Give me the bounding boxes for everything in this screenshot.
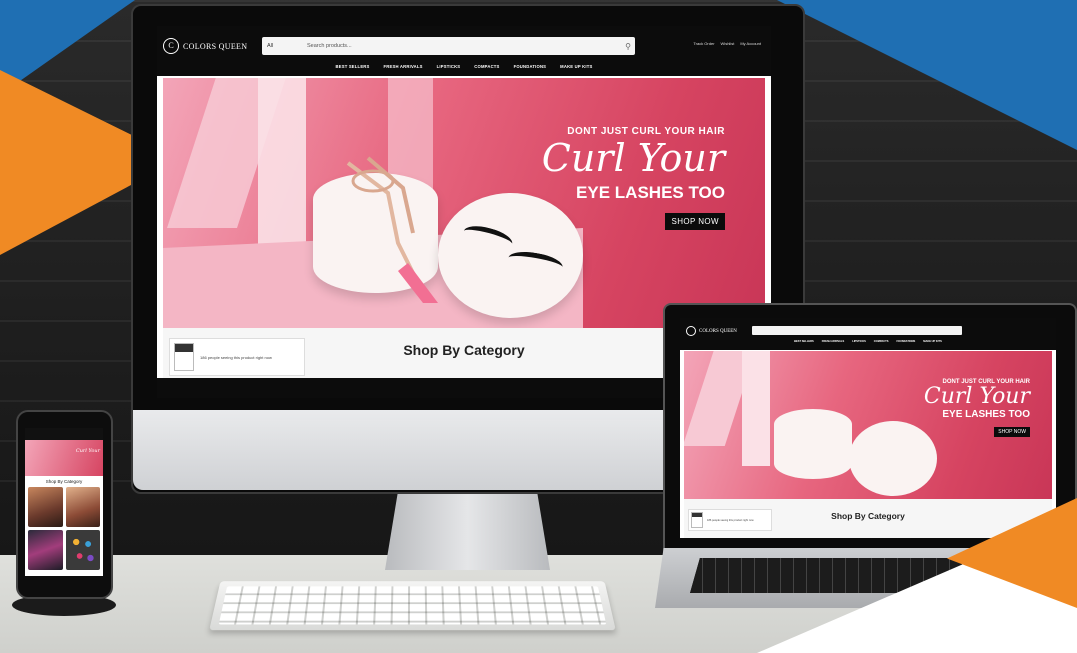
- search-icon[interactable]: ⚲: [621, 42, 635, 51]
- hero-headline: EYE LASHES TOO: [924, 409, 1030, 420]
- logo-mark: [686, 326, 696, 336]
- phone-category-grid: [25, 487, 103, 570]
- laptop-hero-banner: DONT JUST CURL YOUR HAIR Curl Your EYE L…: [684, 351, 1052, 499]
- phone-screen: Curl Your Shop By Category: [25, 428, 103, 576]
- phone-hero-banner: Curl Your: [25, 440, 103, 476]
- hero-text: DONT JUST CURL YOUR HAIR Curl Your EYE L…: [542, 126, 725, 230]
- hero-script-title: Curl Your: [542, 137, 725, 179]
- nav-item-fresh-arrivals[interactable]: FRESH ARRIVALS: [384, 64, 423, 69]
- nav-item-foundations[interactable]: FOUNDATIONS: [514, 64, 547, 69]
- brand-logo[interactable]: C COLORS QUEEN: [163, 38, 247, 54]
- category-tile[interactable]: [28, 487, 63, 527]
- logo-text: COLORS QUEEN: [183, 42, 247, 51]
- laptop-site-header: COLORS QUEEN BEST SELLERS FRESH ARRIVALS…: [680, 318, 1056, 350]
- search-category-select[interactable]: All: [262, 43, 307, 49]
- laptop-screen: COLORS QUEEN BEST SELLERS FRESH ARRIVALS…: [680, 318, 1056, 538]
- laptop-category-section: 186 people seeing this product right now…: [684, 499, 1052, 538]
- decor-slab: [258, 78, 306, 268]
- nav-item-compacts[interactable]: COMPACTS: [874, 340, 889, 343]
- nav-item-make-up-kits[interactable]: MAKE UP KITS: [923, 340, 942, 343]
- shop-now-button[interactable]: SHOP NOW: [994, 427, 1030, 437]
- phone-section-title: Shop By Category: [25, 476, 103, 487]
- laptop-logo-text: COLORS QUEEN: [699, 329, 737, 334]
- laptop-search-bar[interactable]: [752, 326, 962, 335]
- category-tile[interactable]: [28, 530, 63, 570]
- eyelash-curler-image: [328, 153, 448, 303]
- main-nav: BEST SELLERS FRESH ARRIVALS LIPSTICKS CO…: [157, 64, 771, 69]
- nav-item-best-sellers[interactable]: BEST SELLERS: [335, 64, 369, 69]
- hero-headline: EYE LASHES TOO: [542, 183, 725, 203]
- header-link-account[interactable]: My Account: [740, 41, 761, 46]
- phone-header: [25, 428, 103, 440]
- imac-stand: [385, 490, 550, 570]
- laptop-hero-text: DONT JUST CURL YOUR HAIR Curl Your EYE L…: [924, 379, 1030, 438]
- header-link-wishlist[interactable]: Wishlist: [721, 41, 735, 46]
- phone-hero-script: Curl Your: [76, 448, 100, 454]
- search-input[interactable]: Search products...: [307, 43, 621, 49]
- nav-item-lipsticks[interactable]: LIPSTICKS: [437, 64, 461, 69]
- nav-item-foundations[interactable]: FOUNDATIONS: [896, 340, 915, 343]
- keyboard-image: [209, 581, 616, 630]
- pedestal: [774, 409, 852, 479]
- nav-item-fresh-arrivals[interactable]: FRESH ARRIVALS: [822, 340, 844, 343]
- nav-item-lipsticks[interactable]: LIPSTICKS: [852, 340, 866, 343]
- hero-script-title: Curl Your: [924, 385, 1030, 409]
- nav-item-make-up-kits[interactable]: MAKE UP KITS: [560, 64, 592, 69]
- laptop-main-nav: BEST SELLERS FRESH ARRIVALS LIPSTICKS CO…: [680, 340, 1056, 343]
- header-link-track-order[interactable]: Track Order: [693, 41, 714, 46]
- search-bar[interactable]: All Search products... ⚲: [262, 37, 635, 55]
- hero-banner: DONT JUST CURL YOUR HAIR Curl Your EYE L…: [163, 78, 765, 328]
- nav-item-compacts[interactable]: COMPACTS: [474, 64, 499, 69]
- decor-slab: [742, 351, 770, 466]
- shop-now-button[interactable]: SHOP NOW: [665, 213, 725, 230]
- header-links: Track Order Wishlist My Account: [693, 41, 761, 46]
- logo-mark: C: [163, 38, 179, 54]
- category-tile[interactable]: [66, 487, 101, 527]
- nav-item-best-sellers[interactable]: BEST SELLERS: [794, 340, 814, 343]
- laptop-brand-logo[interactable]: COLORS QUEEN: [686, 326, 737, 336]
- section-title: Shop By Category: [684, 511, 1052, 521]
- category-tile[interactable]: [66, 530, 101, 570]
- site-header: C COLORS QUEEN All Search products... ⚲ …: [157, 26, 771, 76]
